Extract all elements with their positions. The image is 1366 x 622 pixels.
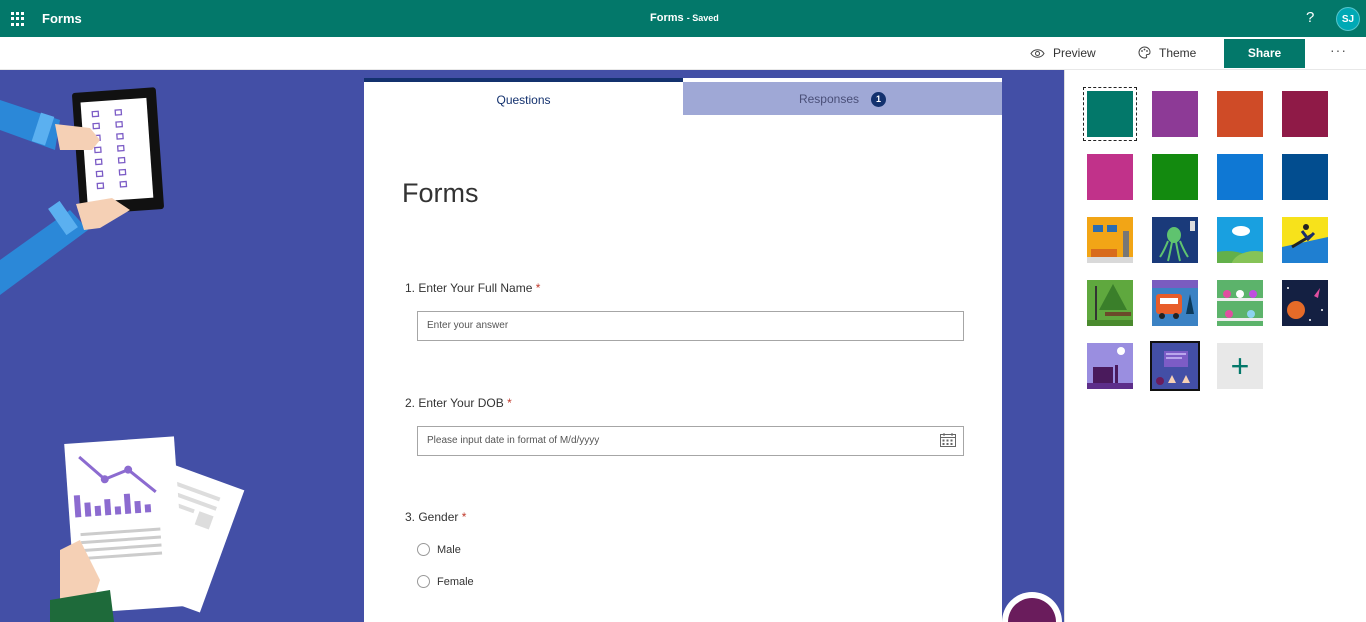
theme-button[interactable]: Theme [1138,46,1196,60]
theme-swatch-magenta[interactable] [1087,154,1133,200]
calendar-icon[interactable] [940,433,956,447]
theme-image-food-truck[interactable] [1152,280,1198,326]
theme-swatch-orange[interactable] [1217,91,1263,137]
top-bar: Forms Forms - Saved ? SJ [0,0,1366,37]
theme-image-octopus[interactable] [1152,217,1198,263]
required-marker: * [461,510,467,524]
theme-swatch-navy[interactable] [1282,154,1328,200]
theme-label: Theme [1159,46,1197,60]
orbit-decoration [1002,592,1062,622]
radio-button[interactable] [417,543,430,556]
question-1-text: 1. Enter Your Full Name [405,281,533,295]
theme-image-space-rocket[interactable] [1282,280,1328,326]
palette-icon [1138,46,1151,59]
eye-icon [1030,49,1045,58]
tab-responses[interactable]: Responses 1 [683,82,1002,115]
help-icon[interactable]: ? [1306,9,1314,26]
preview-button[interactable]: Preview [1030,46,1096,60]
theme-image-presentation-hands[interactable] [1150,341,1200,391]
charts-document-illustration [50,436,245,622]
avatar[interactable]: SJ [1336,7,1360,31]
theme-swatch-purple[interactable] [1152,91,1198,137]
question-3-text: 3. Gender [405,510,459,524]
question-1-label: 1. Enter Your Full Name * [405,281,540,295]
theme-swatch-teal[interactable] [1083,87,1137,141]
responses-label: Responses [798,92,860,106]
question-2-label: 2. Enter Your DOB * [405,396,512,410]
theme-swatch-blue[interactable] [1217,154,1263,200]
dob-placeholder: Please input date in format of M/d/yyyy [427,435,600,446]
more-options-icon[interactable]: ··· [1330,42,1347,58]
theme-image-cloud-hills[interactable] [1217,217,1263,263]
dob-input[interactable]: Please input date in format of M/d/yyyy [417,426,964,456]
theme-panel: + [1064,70,1366,622]
theme-image-snowboarder[interactable] [1282,217,1328,263]
theme-swatch-crimson[interactable] [1282,91,1328,137]
theme-image-science-lab[interactable] [1217,280,1263,326]
command-bar: Preview Theme Share ··· [0,37,1366,70]
theme-image-desk-clock[interactable] [1087,343,1133,389]
required-marker: * [535,281,541,295]
tablet-hands-illustration [0,87,164,295]
full-name-input[interactable]: Enter your answer [417,311,964,341]
share-button[interactable]: Share [1224,39,1305,68]
gender-option-male[interactable]: Male [417,543,461,556]
preview-label: Preview [1053,46,1096,60]
theme-swatch-green[interactable] [1152,154,1198,200]
form-card: Questions Responses 1 Forms 1. Enter Your… [364,78,1002,622]
required-marker: * [507,396,512,410]
add-custom-theme-button[interactable]: + [1217,343,1263,389]
form-title[interactable]: Forms [402,178,479,209]
question-3-label: 3. Gender * [405,510,466,524]
responses-count-badge: 1 [871,92,887,107]
app-name[interactable]: Forms [42,11,82,26]
app-launcher-icon[interactable] [11,12,25,26]
theme-image-park-bench[interactable] [1087,280,1133,326]
tab-questions[interactable]: Questions [364,78,683,115]
option-label: Male [437,544,461,556]
theme-image-living-room[interactable] [1087,217,1133,263]
option-label: Female [437,576,474,588]
question-2-text: 2. Enter Your DOB [405,396,504,410]
gender-option-female[interactable]: Female [417,575,474,588]
document-title-text: Forms [650,12,684,24]
save-status: Saved [692,13,719,23]
document-title: Forms - Saved [650,12,719,24]
plus-icon: + [1230,347,1250,384]
radio-button[interactable] [417,575,430,588]
